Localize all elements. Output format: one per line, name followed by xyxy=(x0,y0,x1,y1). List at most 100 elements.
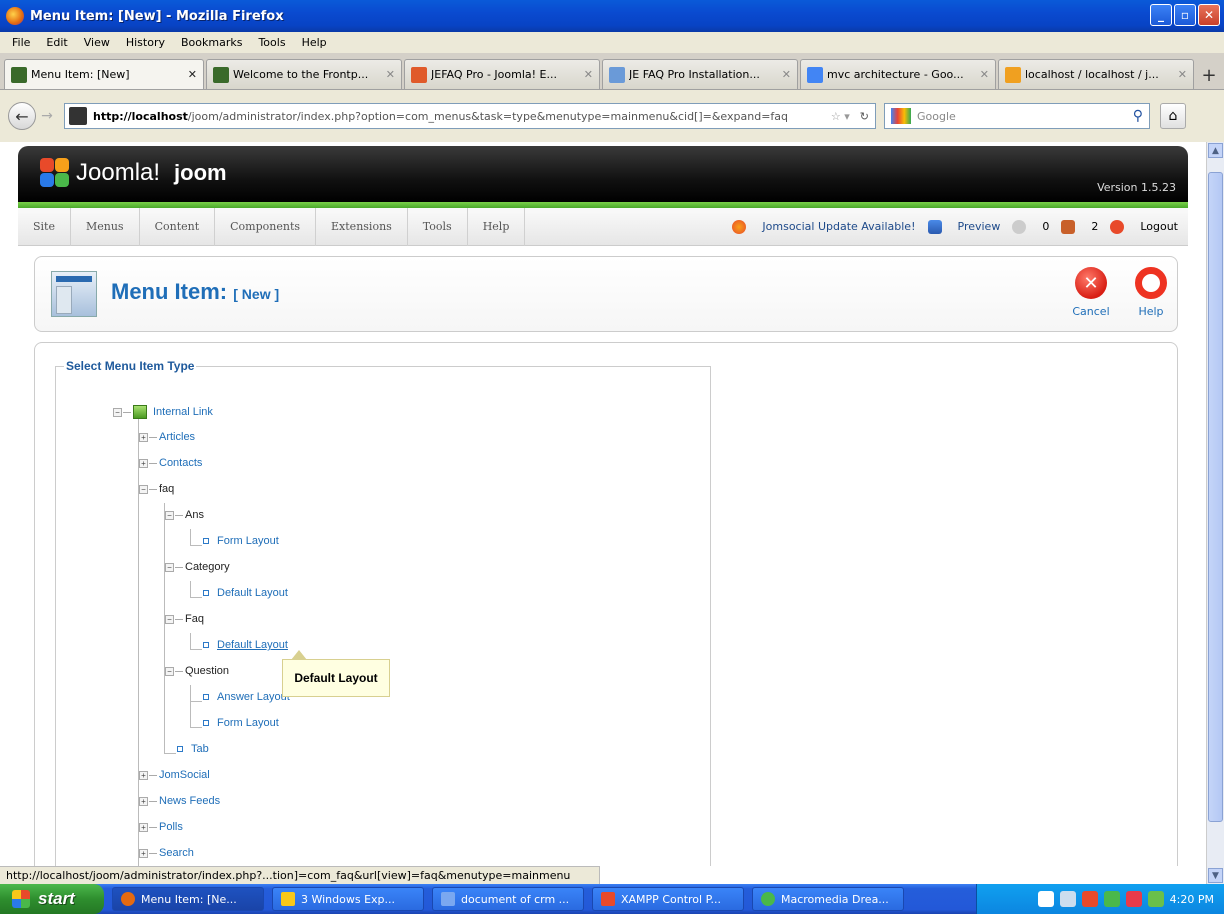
menu-site[interactable]: Site xyxy=(18,207,71,246)
search-tray-icon[interactable] xyxy=(1125,891,1142,907)
taskbar-item-document[interactable]: document of crm ... xyxy=(432,887,584,911)
tab-je-faq-install[interactable]: JE FAQ Pro Installation... ✕ xyxy=(602,59,798,89)
tree-node-question[interactable]: − Question xyxy=(165,665,229,677)
tree-node-ans[interactable]: − Ans xyxy=(165,509,204,521)
contacts-link[interactable]: Contacts xyxy=(159,457,202,469)
tree-node-articles[interactable]: + Articles xyxy=(139,431,195,443)
menu-help[interactable]: Help xyxy=(468,207,526,246)
search-box[interactable]: Google ⚲ xyxy=(884,103,1150,129)
tree-node-internal-link[interactable]: − Internal Link xyxy=(113,405,213,419)
tab-link[interactable]: Tab xyxy=(191,743,209,755)
menu-help[interactable]: Help xyxy=(294,36,335,49)
collapse-icon[interactable]: − xyxy=(165,562,174,572)
reload-icon[interactable]: ↻ xyxy=(860,110,869,123)
expand-icon[interactable]: + xyxy=(139,848,148,858)
taskbar-item-firefox[interactable]: Menu Item: [Ne... xyxy=(112,887,264,911)
menu-view[interactable]: View xyxy=(76,36,118,49)
menu-edit[interactable]: Edit xyxy=(38,36,75,49)
tab-menu-item-new[interactable]: Menu Item: [New] ✕ xyxy=(4,59,204,89)
tree-node-polls[interactable]: + Polls xyxy=(139,821,183,833)
tree-node-news-feeds[interactable]: + News Feeds xyxy=(139,795,220,807)
jomsocial-link[interactable]: JomSocial xyxy=(159,769,210,781)
collapse-icon[interactable]: − xyxy=(139,484,148,494)
tab-phpmyadmin[interactable]: localhost / localhost / j... ✕ xyxy=(998,59,1194,89)
page-scrollbar[interactable]: ▲ ▼ xyxy=(1206,142,1224,884)
messages-count[interactable]: 0 xyxy=(1012,219,1049,234)
collapse-icon[interactable]: − xyxy=(113,407,122,417)
menu-components[interactable]: Components xyxy=(215,207,317,246)
tree-node-jomsocial[interactable]: + JomSocial xyxy=(139,769,210,781)
help-button[interactable]: Help xyxy=(1123,267,1179,318)
back-button[interactable]: ← xyxy=(8,102,36,130)
google-engine-icon[interactable] xyxy=(891,108,911,124)
question-answer-layout-link[interactable]: Answer Layout xyxy=(217,691,290,703)
taskbar-item-explorer[interactable]: 3 Windows Exp... xyxy=(272,887,424,911)
tree-node-category[interactable]: − Category xyxy=(165,561,230,573)
xampp-tray-icon[interactable] xyxy=(1081,891,1098,907)
menu-file[interactable]: File xyxy=(4,36,38,49)
menu-history[interactable]: History xyxy=(118,36,173,49)
tab-close-icon[interactable]: ✕ xyxy=(386,68,395,81)
polls-link[interactable]: Polls xyxy=(159,821,183,833)
news-feeds-link[interactable]: News Feeds xyxy=(159,795,220,807)
logout-link[interactable]: Logout xyxy=(1110,219,1178,234)
app-tray-icon[interactable] xyxy=(1103,891,1120,907)
expand-icon[interactable]: + xyxy=(139,770,148,780)
menu-extensions[interactable]: Extensions xyxy=(316,207,408,246)
taskbar-item-xampp[interactable]: XAMPP Control P... xyxy=(592,887,744,911)
address-bar[interactable]: http://localhost/joom/administrator/inde… xyxy=(64,103,876,129)
menu-bookmarks[interactable]: Bookmarks xyxy=(173,36,250,49)
expand-icon[interactable]: + xyxy=(139,432,148,442)
tree-leaf-ans-form-layout[interactable]: Form Layout xyxy=(197,535,279,547)
taskbar-item-dreamweaver[interactable]: Macromedia Drea... xyxy=(752,887,904,911)
tab-close-icon[interactable]: ✕ xyxy=(1178,68,1187,81)
scroll-up-icon[interactable]: ▲ xyxy=(1208,143,1223,158)
search-link[interactable]: Search xyxy=(159,847,194,859)
preview-link[interactable]: Preview xyxy=(927,219,1000,234)
ans-form-layout-link[interactable]: Form Layout xyxy=(217,535,279,547)
articles-link[interactable]: Articles xyxy=(159,431,195,443)
tree-leaf-question-answer[interactable]: Answer Layout xyxy=(197,691,290,703)
home-button[interactable]: ⌂ xyxy=(1160,103,1186,129)
tree-leaf-tab[interactable]: Tab xyxy=(171,743,209,755)
tree-leaf-faq-default[interactable]: Default Layout xyxy=(197,639,288,651)
scroll-thumb[interactable] xyxy=(1208,172,1223,822)
expand-icon[interactable]: + xyxy=(139,796,148,806)
minimize-button[interactable]: _ xyxy=(1150,4,1172,26)
cancel-button[interactable]: ✕ Cancel xyxy=(1063,267,1119,318)
tree-node-faq-view[interactable]: − Faq xyxy=(165,613,204,625)
tree-node-search[interactable]: + Search xyxy=(139,847,194,859)
help-tray-icon[interactable] xyxy=(1037,891,1054,907)
tab-mvc-architecture[interactable]: mvc architecture - Goo... ✕ xyxy=(800,59,996,89)
chat-tray-icon[interactable] xyxy=(1147,891,1164,907)
tab-close-icon[interactable]: ✕ xyxy=(782,68,791,81)
start-button[interactable]: start xyxy=(0,884,104,914)
tree-node-faq[interactable]: − faq xyxy=(139,483,174,495)
tab-welcome[interactable]: Welcome to the Frontp... ✕ xyxy=(206,59,402,89)
tab-close-icon[interactable]: ✕ xyxy=(980,68,989,81)
joomla-logo[interactable]: Joomla! joom xyxy=(40,158,227,188)
collapse-icon[interactable]: − xyxy=(165,510,174,520)
menu-content[interactable]: Content xyxy=(140,207,216,246)
jomsocial-update-link[interactable]: Jomsocial Update Available! xyxy=(732,219,916,234)
menu-tools[interactable]: Tools xyxy=(250,36,293,49)
question-form-layout-link[interactable]: Form Layout xyxy=(217,717,279,729)
new-tab-button[interactable]: + xyxy=(1196,61,1222,89)
collapse-icon[interactable]: − xyxy=(165,666,174,676)
close-window-button[interactable]: ✕ xyxy=(1198,4,1220,26)
tab-close-icon[interactable]: ✕ xyxy=(584,68,593,81)
collapse-icon[interactable]: − xyxy=(165,614,174,624)
maximize-button[interactable]: ▫ xyxy=(1174,4,1196,26)
category-default-layout-link[interactable]: Default Layout xyxy=(217,587,288,599)
site-identity-icon[interactable] xyxy=(69,107,87,125)
expand-icon[interactable]: + xyxy=(139,822,148,832)
tab-close-icon[interactable]: ✕ xyxy=(188,68,197,81)
faq-default-layout-link[interactable]: Default Layout xyxy=(217,639,288,651)
forward-button[interactable]: → xyxy=(36,105,58,127)
scroll-down-icon[interactable]: ▼ xyxy=(1208,868,1223,883)
users-count[interactable]: 2 xyxy=(1061,219,1098,234)
internal-link-label[interactable]: Internal Link xyxy=(153,406,213,418)
network-tray-icon[interactable] xyxy=(1059,891,1076,907)
search-icon[interactable]: ⚲ xyxy=(1133,108,1143,124)
menu-tools[interactable]: Tools xyxy=(408,207,468,246)
